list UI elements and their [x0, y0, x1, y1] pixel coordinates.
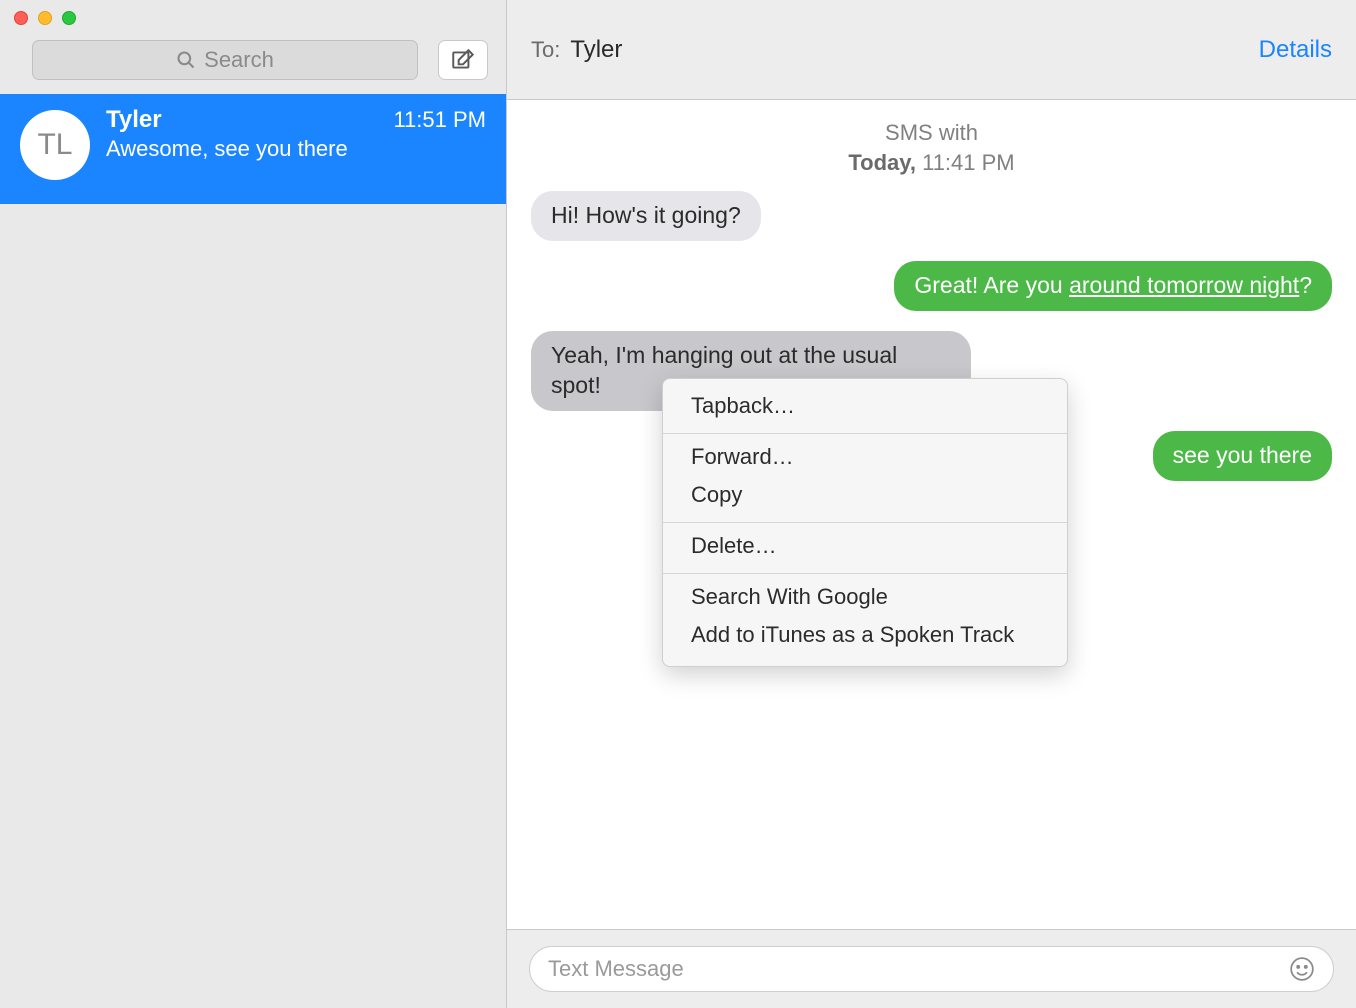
window-titlebar [0, 0, 506, 36]
avatar: TL [20, 110, 90, 180]
to-recipient[interactable]: Tyler [570, 36, 622, 64]
compose-icon [450, 47, 476, 73]
conversation-body: Tyler 11:51 PM Awesome, see you there [106, 106, 486, 188]
close-window-button[interactable] [14, 11, 28, 25]
compose-bar: Text Message [507, 929, 1356, 1008]
message-bubble-outgoing[interactable]: see you there [1153, 431, 1332, 481]
search-icon [176, 50, 196, 70]
conversation-item-tyler[interactable]: TL Tyler 11:51 PM Awesome, see you there [0, 94, 506, 204]
conversation-list: TL Tyler 11:51 PM Awesome, see you there [0, 94, 506, 1008]
search-placeholder: Search [204, 47, 274, 73]
thread-meta: SMS with Today, 11:41 PM [531, 118, 1332, 177]
message-bubble-outgoing[interactable]: Great! Are you around tomorrow night? [894, 261, 1332, 311]
menu-item-forward[interactable]: Forward… [663, 440, 1067, 478]
meta-line2: Today, 11:41 PM [531, 148, 1332, 178]
message-row-outgoing: Great! Are you around tomorrow night? [531, 261, 1332, 311]
msg2-link[interactable]: around tomorrow night [1069, 272, 1299, 298]
conversation-preview: Awesome, see you there [106, 136, 486, 162]
msg2-part-c: ? [1299, 272, 1312, 298]
sidebar: Search TL Tyler 11:51 PM Awesome, see yo… [0, 0, 507, 1008]
message-bubble-incoming[interactable]: Hi! How's it going? [531, 191, 761, 241]
meta-day: Today, [848, 150, 916, 175]
messages-app: Search TL Tyler 11:51 PM Awesome, see yo… [0, 0, 1356, 1008]
msg2-part-a: Great! Are you [914, 272, 1069, 298]
menu-divider [663, 433, 1067, 434]
message-input[interactable]: Text Message [529, 946, 1334, 992]
zoom-window-button[interactable] [62, 11, 76, 25]
message-input-placeholder: Text Message [548, 956, 684, 982]
compose-button[interactable] [438, 40, 488, 80]
menu-divider [663, 522, 1067, 523]
sidebar-toolbar: Search [0, 36, 506, 94]
context-menu: Tapback… Forward… Copy Delete… Search Wi… [662, 378, 1068, 667]
menu-item-delete[interactable]: Delete… [663, 529, 1067, 567]
menu-item-search-google[interactable]: Search With Google [663, 580, 1067, 618]
conversation-header: Tyler 11:51 PM [106, 106, 486, 134]
conversation-name: Tyler [106, 106, 162, 134]
meta-line1: SMS with [531, 118, 1332, 148]
menu-item-tapback[interactable]: Tapback… [663, 389, 1067, 427]
search-input[interactable]: Search [32, 40, 418, 80]
menu-item-copy[interactable]: Copy [663, 478, 1067, 516]
menu-item-add-itunes[interactable]: Add to iTunes as a Spoken Track [663, 618, 1067, 656]
conversation-header-bar: To: Tyler Details [507, 0, 1356, 100]
message-row-incoming: Hi! How's it going? [531, 191, 1332, 241]
main-panel: To: Tyler Details SMS with Today, 11:41 … [507, 0, 1356, 1008]
minimize-window-button[interactable] [38, 11, 52, 25]
meta-time: 11:41 PM [916, 150, 1015, 175]
conversation-time: 11:51 PM [393, 107, 486, 133]
menu-divider [663, 573, 1067, 574]
details-button[interactable]: Details [1259, 36, 1332, 64]
message-thread: SMS with Today, 11:41 PM Hi! How's it go… [507, 100, 1356, 929]
emoji-icon[interactable] [1289, 956, 1315, 982]
to-label: To: [531, 37, 560, 63]
